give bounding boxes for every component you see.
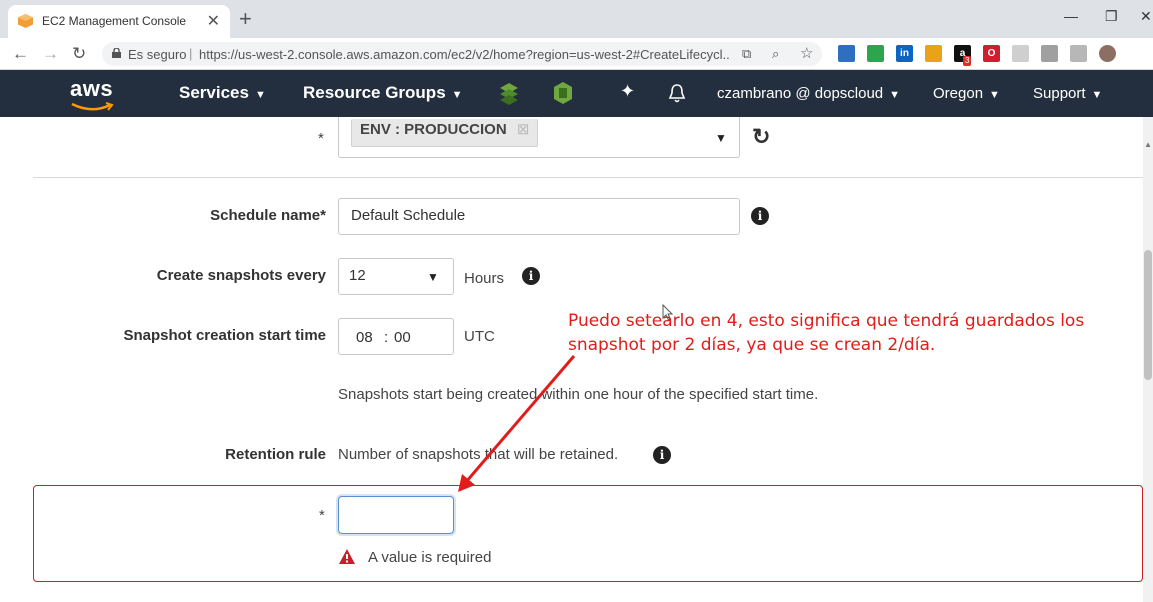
retention-error-panel (33, 485, 1143, 582)
linkedin-icon[interactable]: in (896, 45, 913, 62)
aws-cube-icon (18, 14, 33, 28)
scroll-up-arrow-icon[interactable]: ▲ (1144, 140, 1152, 149)
aws-console-header: aws Services ▼ Resource Groups ▼ ✦ czambra… (0, 70, 1153, 117)
start-minute-value[interactable]: 00 (394, 329, 411, 346)
account-menu[interactable]: czambrano @ dopscloud ▼ (717, 85, 900, 102)
aws-smile-logo-icon (71, 102, 114, 111)
hours-label: Hours (464, 270, 505, 287)
required-asterisk: * (318, 130, 324, 147)
interval-value: 12 (349, 267, 366, 284)
browser-tab[interactable]: EC2 Management Console ✕ (8, 5, 230, 38)
reload-icon[interactable]: ↻ (72, 44, 86, 64)
tag-chip-label: ENV : PRODUCCION (360, 121, 507, 138)
browser-toolbar: ← → ↻ Es seguro | https://us-west-2.cons… (0, 38, 1153, 70)
required-asterisk: * (319, 507, 325, 524)
aws-logo[interactable]: aws (70, 76, 113, 102)
account-label: czambrano @ dopscloud (717, 85, 884, 102)
secure-label: Es seguro (128, 47, 187, 62)
zoom-icon[interactable]: ⌕ (772, 46, 779, 62)
resource-groups-label: Resource Groups (303, 83, 446, 102)
ext-blue-square-icon[interactable] (838, 45, 855, 62)
chevron-down-icon[interactable]: ▼ (715, 131, 727, 145)
ext-circle-icon[interactable] (1070, 45, 1087, 62)
utc-label: UTC (464, 328, 495, 345)
services-menu[interactable]: Services ▼ (179, 83, 266, 103)
profile-avatar-icon[interactable] (1099, 45, 1116, 62)
lock-icon (112, 48, 121, 58)
chevron-down-icon: ▼ (889, 89, 901, 101)
retention-help: Number of snapshots that will be retaine… (338, 446, 619, 463)
minimize-window-button[interactable]: — (1064, 8, 1078, 24)
support-label: Support (1033, 85, 1086, 102)
start-time-help: Snapshots start being created within one… (338, 386, 819, 403)
address-bar[interactable]: Es seguro | https://us-west-2.console.aw… (102, 42, 822, 66)
opera-icon[interactable]: O (983, 45, 1000, 62)
tag-chip[interactable]: ENV : PRODUCCION ⊠ (351, 119, 539, 147)
start-hour-value[interactable]: 08 (356, 329, 373, 346)
interval-select[interactable]: 12 ▼ (338, 258, 454, 295)
url-separator: | (189, 46, 193, 61)
schedule-name-input[interactable]: Default Schedule (338, 198, 740, 235)
create-every-label: Create snapshots every (156, 267, 326, 284)
schedule-name-value: Default Schedule (351, 207, 466, 224)
resource-groups-menu[interactable]: Resource Groups ▼ (303, 83, 463, 103)
service-shortcut-ec2-icon[interactable] (553, 81, 573, 105)
ext-green-download-icon[interactable] (867, 45, 884, 62)
notifications-bell-icon[interactable] (668, 83, 686, 103)
refresh-icon[interactable]: ↻ (752, 124, 770, 150)
restore-window-button[interactable]: ❐ (1105, 8, 1118, 25)
chevron-down-icon: ▼ (1091, 89, 1103, 101)
pin-icon[interactable]: ✦ (620, 81, 635, 102)
ext-orange-warning-icon[interactable] (925, 45, 942, 62)
bookmark-star-icon[interactable]: ☆ (800, 44, 813, 62)
start-time-input[interactable]: 08 : 00 (338, 318, 454, 355)
chevron-down-icon: ▼ (989, 89, 1000, 101)
close-window-button[interactable]: ✕ (1140, 8, 1152, 25)
translate-icon[interactable]: ⧉ (742, 46, 751, 62)
new-tab-button[interactable]: + (239, 6, 252, 32)
browser-tabstrip: EC2 Management Console ✕ + — ❐ ✕ (0, 0, 1153, 38)
region-label: Oregon (933, 85, 984, 102)
time-colon: : (384, 329, 389, 346)
warning-icon (339, 549, 355, 564)
scrollbar-thumb[interactable] (1144, 250, 1152, 380)
section-divider (33, 177, 1143, 178)
schedule-name-label: Schedule name* (210, 207, 326, 224)
tab-title: EC2 Management Console (42, 14, 187, 28)
annotation-text: Puedo setearlo en 4, esto significa que … (568, 311, 1085, 355)
service-shortcut-stack-icon[interactable] (499, 81, 519, 105)
forward-arrow-icon[interactable]: → (42, 44, 59, 64)
info-icon[interactable]: i (522, 267, 540, 285)
info-icon[interactable]: i (653, 446, 671, 464)
support-menu[interactable]: Support ▼ (1033, 85, 1102, 102)
url-text[interactable]: https://us-west-2.console.aws.amazon.com… (199, 47, 729, 62)
extension-badge: 3 (963, 56, 972, 66)
retention-count-input[interactable] (338, 496, 454, 534)
start-time-label: Snapshot creation start time (123, 327, 326, 344)
target-tags-select[interactable]: ENV : PRODUCCION ⊠ ▼ (338, 117, 740, 158)
tab-close-icon[interactable]: ✕ (207, 11, 220, 31)
info-icon[interactable]: i (751, 207, 769, 225)
region-menu[interactable]: Oregon ▼ (933, 85, 1000, 102)
ext-cloud-icon[interactable] (1041, 45, 1058, 62)
back-arrow-icon[interactable]: ← (12, 44, 29, 64)
chevron-down-icon: ▼ (254, 89, 266, 101)
chevron-down-icon: ▼ (451, 89, 463, 101)
ext-gray-doc-icon[interactable] (1012, 45, 1029, 62)
retention-rule-label: Retention rule (225, 446, 326, 463)
error-message: A value is required (368, 549, 492, 566)
tag-remove-icon[interactable]: ⊠ (517, 121, 530, 138)
chevron-down-icon: ▼ (427, 270, 439, 284)
services-label: Services (179, 83, 249, 102)
